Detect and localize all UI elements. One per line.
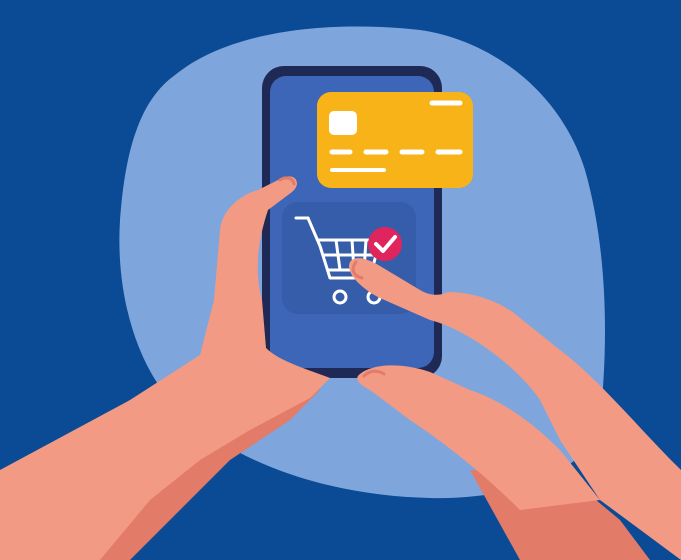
illustration-scene	[0, 0, 681, 560]
checkmark-icon	[368, 227, 402, 261]
credit-card-icon	[317, 92, 473, 188]
illustration-svg	[0, 26, 681, 560]
